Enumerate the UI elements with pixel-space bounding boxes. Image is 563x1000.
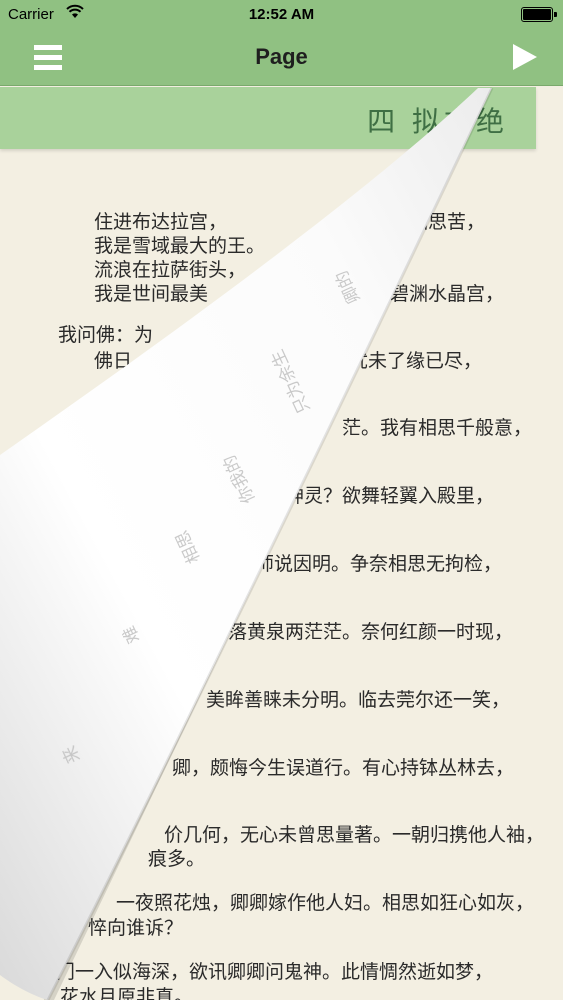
text-line-right: 价几何，无心未曾思量著。一朝归携他人袖， [164,824,545,846]
text-line-right: 悴向谁诉？ [88,917,184,939]
text-line-right: 情犹未了缘已尽， [330,350,483,372]
text-line-left: 我是世间最美 [94,283,209,305]
text-line-right: 碧渊水晶宫， [390,283,505,305]
text-line-right: 落黄泉两茫茫。奈何红颜一时现， [228,621,514,643]
text-line-right: 茫。我有相思千般意， [342,417,533,439]
text-line-left: 永 [34,961,54,983]
text-line: 我是世间最美 碧渊水晶宫， [0,279,540,310]
reading-content: 住进布达拉宫， 意相思苦， 我是雪域最大的王。 流浪在拉萨街头， 我是世间最美 碧渊… [0,0,563,1000]
text-line-right: 师说因明。争奈相思无拘检， [255,553,503,575]
text-line-right: 神灵？欲舞轻翼入殿里， [285,485,495,507]
text-line-right: 美眸善睐未分明。临去莞尔还一笑， [206,689,511,711]
text-line-right: 痕多。 [148,848,206,870]
text-line-left: 佛日 [94,350,133,372]
text-line-right: 卿，颇悔今生误道行。有心持钵丛林去， [172,757,515,779]
text-line-right: 花水月原非真。 [60,986,194,1000]
text-line: 佛日 情犹未了缘已尽， [0,346,540,377]
